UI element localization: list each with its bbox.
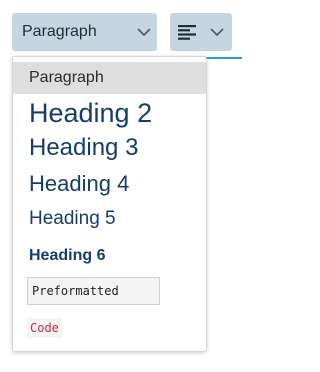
editor-toolbar-area: Paragraph Paragraph Heading 2 Heading 3 … bbox=[0, 0, 242, 372]
menu-item-preformatted[interactable]: Preformatted bbox=[27, 277, 160, 305]
menu-item-code[interactable]: Code bbox=[27, 318, 62, 338]
chevron-down-icon bbox=[210, 28, 224, 37]
chevron-down-icon bbox=[137, 28, 151, 37]
menu-item-heading-3[interactable]: Heading 3 bbox=[13, 131, 206, 165]
alignment-button[interactable] bbox=[170, 13, 232, 51]
menu-item-paragraph[interactable]: Paragraph bbox=[13, 62, 206, 94]
block-format-select-label: Paragraph bbox=[22, 23, 97, 40]
menu-item-heading-4[interactable]: Heading 4 bbox=[13, 168, 206, 200]
menu-item-heading-2[interactable]: Heading 2 bbox=[13, 95, 206, 131]
block-format-select[interactable]: Paragraph bbox=[12, 13, 157, 51]
menu-item-heading-5[interactable]: Heading 5 bbox=[13, 204, 206, 234]
menu-item-heading-6[interactable]: Heading 6 bbox=[13, 242, 206, 270]
align-left-icon bbox=[178, 25, 196, 40]
block-format-menu: Paragraph Heading 2 Heading 3 Heading 4 … bbox=[12, 56, 207, 352]
